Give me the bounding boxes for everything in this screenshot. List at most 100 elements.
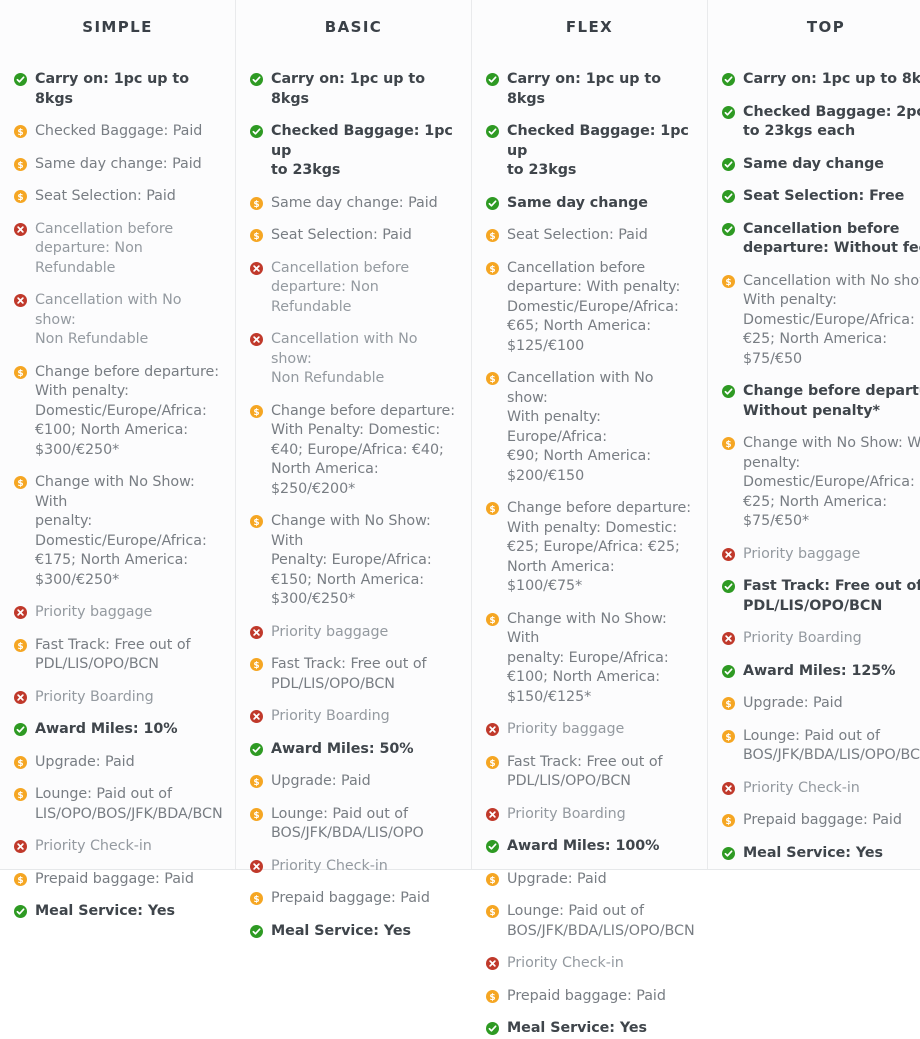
feature-label: Carry on: 1pc up to 8kgs [35,71,189,107]
check-circle-icon [486,196,499,210]
x-circle-icon [722,632,735,645]
coin-icon: $ [14,476,27,489]
feature-item: $ Lounge: Paid out of BOS/JFK/BDA/LIS/OPO… [722,727,920,766]
coin-icon: $ [250,229,263,242]
coin-icon: $ [486,229,499,242]
feature-item: Meal Service: Yes [722,844,920,864]
feature-label: Carry on: 1pc up to 8kgs [271,71,425,107]
coin-icon: $ [14,788,27,801]
feature-item: $ Cancellation with No show: With penalty… [486,369,693,486]
feature-item: Award Miles: 125% [722,662,920,682]
svg-text:$: $ [489,992,495,1002]
fare-column-basic: BASIC Carry on: 1pc up to 8kgs Checked Bag… [236,0,472,939]
feature-label: Change with No Show: With Penalty: Europ… [271,513,432,607]
svg-text:$: $ [489,908,495,918]
feature-item: Carry on: 1pc up to 8kgs [722,70,920,90]
check-circle-icon [722,664,735,678]
feature-label: Change with No Show: With penalty: Europ… [507,610,669,705]
feature-label: Checked Baggage: 1pc up to 23kgs [271,123,453,178]
coin-icon: $ [722,437,735,450]
x-circle-icon [722,781,735,795]
feature-label: Fast Track: Free out of PDL/LIS/OPO/BCN [271,656,427,692]
feature-item: Priority Check-in [250,857,457,877]
x-circle-icon [14,840,27,853]
feature-label: Change before departure: Without penalty… [743,383,920,419]
x-circle-icon [250,333,263,346]
feature-item: $ Fast Track: Free out of PDL/LIS/OPO/BCN [14,636,221,675]
x-circle-icon [14,690,27,704]
check-circle-icon [722,73,735,86]
feature-label: Checked Baggage: 2pc up to 23kgs each [743,103,920,140]
svg-text:$: $ [17,193,23,203]
feature-item: Priority baggage [14,603,221,623]
feature-item: Award Miles: 10% [14,720,221,740]
feature-label: Fast Track: Free out of PDL/LIS/OPO/BCN [507,753,663,790]
feature-label: Lounge: Paid out of LIS/OPO/BOS/JFK/BDA/… [35,786,223,822]
feature-item: Carry on: 1pc up to 8kgs [14,70,221,109]
feature-item: Checked Baggage: 1pc up to 23kgs [486,122,693,181]
svg-text:$: $ [489,232,495,242]
check-circle-icon [250,125,263,138]
feature-item: $ Seat Selection: Paid [486,226,693,246]
x-circle-icon [250,859,263,873]
feature-item: $ Change before departure: With penalty: … [486,499,693,597]
fare-comparison-table: SIMPLE Carry on: 1pc up to 8kgs $ Checked B… [0,0,920,1036]
feature-list: Carry on: 1pc up to 8kgs Checked Baggage:… [250,44,457,941]
feature-label: Seat Selection: Paid [271,227,412,243]
feature-label: Priority Check-in [743,779,860,796]
coin-icon: $ [250,658,263,671]
feature-label: Seat Selection: Free [743,188,905,204]
svg-text:$: $ [17,160,23,170]
feature-list: Carry on: 1pc up to 8kgs Checked Baggage:… [722,44,920,863]
feature-label: Seat Selection: Paid [35,188,176,204]
svg-text:$: $ [489,505,495,515]
coin-icon: $ [722,274,735,288]
feature-item: $ Fast Track: Free out of PDL/LIS/OPO/BCN [250,655,457,694]
feature-item: Carry on: 1pc up to 8kgs [486,70,693,109]
feature-label: Checked Baggage: 1pc up to 23kgs [507,123,689,178]
svg-text:$: $ [17,758,23,768]
check-circle-icon [722,385,735,398]
svg-text:$: $ [725,700,731,710]
x-circle-icon [250,625,263,639]
feature-label: Checked Baggage: Paid [35,123,203,139]
svg-text:$: $ [17,875,23,885]
feature-label: Priority baggage [507,721,625,737]
feature-label: Cancellation with No show: Non Refundabl… [35,292,182,347]
feature-item: Meal Service: Yes [486,1019,693,1039]
feature-label: Cancellation with No show: With penalty:… [743,272,920,367]
feature-item: Meal Service: Yes [14,902,221,922]
coin-icon: $ [722,697,735,710]
svg-text:$: $ [489,875,495,885]
feature-label: Cancellation with No show: With penalty:… [507,370,654,484]
check-circle-icon [14,73,27,86]
coin-icon: $ [486,905,499,918]
svg-text:$: $ [253,661,259,671]
check-circle-icon [250,924,263,938]
feature-item: $ Same day change: Paid [250,194,457,214]
feature-item: Priority Check-in [14,837,221,857]
feature-label: Change with No Show: With penalty: Domes… [743,435,920,529]
feature-item: Checked Baggage: 1pc up to 23kgs [250,122,457,181]
feature-label: Upgrade: Paid [35,753,135,770]
fare-column-title: SIMPLE [82,18,153,36]
x-circle-icon [250,261,263,275]
feature-label: Meal Service: Yes [507,1020,647,1036]
feature-item: Same day change [486,194,693,214]
feature-label: Fast Track: Free out of PDL/LIS/OPO/BCN [35,636,191,673]
feature-label: Lounge: Paid out of BOS/JFK/BDA/LIS/OPO/… [743,727,920,764]
coin-icon: $ [14,872,27,886]
feature-item: $ Upgrade: Paid [14,753,221,773]
coin-icon: $ [14,755,27,769]
feature-label: Carry on: 1pc up to 8kgs [743,71,920,87]
coin-icon: $ [486,755,499,769]
check-circle-icon [486,73,499,86]
feature-label: Change before departure: With Penalty: D… [271,402,456,497]
feature-label: Cancellation before departure: Non Refun… [271,259,410,315]
fare-column-top: TOP Carry on: 1pc up to 8kgs Checked Bagga… [708,0,920,869]
svg-text:$: $ [725,817,731,827]
feature-item: $ Change with No Show: With penalty: Euro… [486,610,693,708]
coin-icon: $ [250,404,263,418]
coin-icon: $ [250,892,263,905]
x-circle-icon [14,294,27,307]
